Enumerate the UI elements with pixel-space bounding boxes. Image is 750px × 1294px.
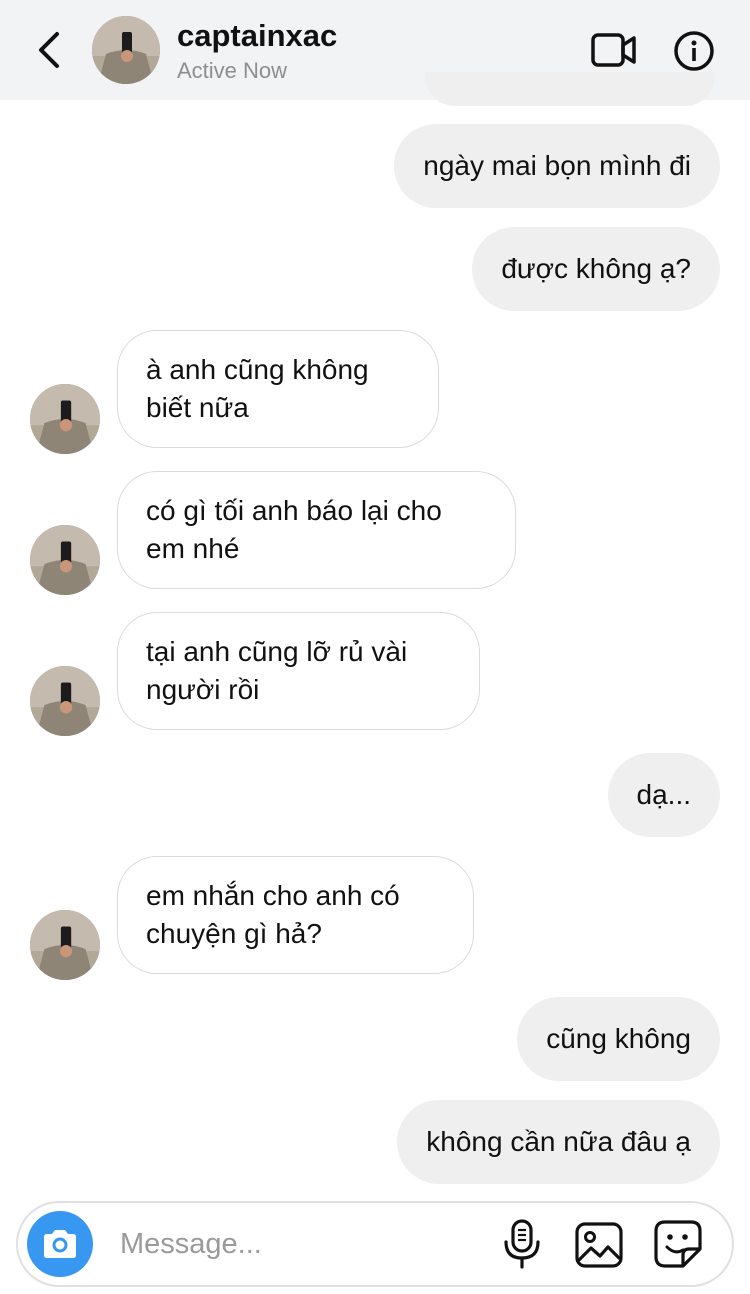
outgoing-message[interactable]: không cần nữa đâu ạ bbox=[397, 1100, 720, 1184]
message-input[interactable] bbox=[120, 1221, 480, 1267]
incoming-message[interactable]: à anh cũng không biết nữa bbox=[117, 330, 439, 448]
chat-username[interactable]: captainxac bbox=[177, 18, 337, 54]
outgoing-message[interactable]: được không ạ? bbox=[472, 227, 720, 311]
partial-message-bubble bbox=[425, 72, 715, 106]
back-button[interactable] bbox=[28, 28, 68, 72]
avatar-photo bbox=[30, 666, 100, 736]
avatar-photo bbox=[30, 384, 100, 454]
microphone-icon bbox=[504, 1219, 540, 1269]
camera-button[interactable] bbox=[27, 1211, 93, 1277]
info-button[interactable] bbox=[673, 30, 715, 72]
active-status: Active Now bbox=[177, 58, 288, 83]
info-icon bbox=[674, 31, 714, 71]
chevron-left-icon bbox=[39, 32, 59, 68]
incoming-message[interactable]: có gì tối anh báo lại cho em nhé bbox=[117, 471, 516, 589]
avatar-photo bbox=[30, 525, 100, 595]
incoming-message[interactable]: em nhắn cho anh có chuyện gì hả? bbox=[117, 856, 474, 974]
image-gallery-icon bbox=[575, 1222, 623, 1268]
video-camera-icon bbox=[591, 33, 636, 67]
sticker-button[interactable] bbox=[653, 1219, 703, 1269]
outgoing-message[interactable]: cũng không bbox=[517, 997, 720, 1081]
video-call-button[interactable] bbox=[590, 30, 638, 70]
sticker-icon bbox=[654, 1220, 702, 1268]
outgoing-message[interactable]: ngày mai bọn mình đi bbox=[394, 124, 720, 208]
avatar-photo bbox=[92, 16, 160, 84]
outgoing-message[interactable]: dạ... bbox=[607, 753, 720, 837]
avatar-photo bbox=[30, 910, 100, 980]
avatar[interactable] bbox=[30, 525, 100, 595]
incoming-message[interactable]: tại anh cũng lỡ rủ vài người rồi bbox=[117, 612, 480, 730]
camera-icon bbox=[44, 1230, 76, 1258]
avatar[interactable] bbox=[92, 16, 160, 84]
avatar[interactable] bbox=[30, 666, 100, 736]
avatar[interactable] bbox=[30, 910, 100, 980]
avatar[interactable] bbox=[30, 384, 100, 454]
gallery-button[interactable] bbox=[573, 1220, 625, 1270]
voice-message-button[interactable] bbox=[500, 1218, 544, 1270]
